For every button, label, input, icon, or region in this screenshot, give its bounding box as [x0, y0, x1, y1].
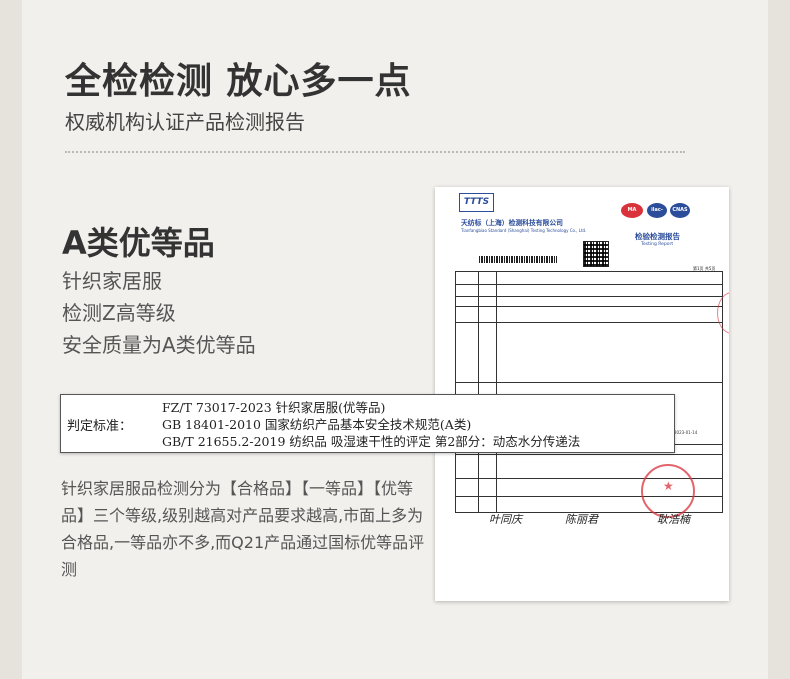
ilac-badge: ilac-MRA [647, 203, 667, 228]
description-paragraph: 针织家居服品检测分为【合格品】【一等品】【优等品】三个等级,级别越高对产品要求越… [61, 479, 425, 579]
ttts-logo: TTTS [459, 193, 494, 212]
feature-line-3: 安全质量为A类优等品 [62, 333, 256, 357]
dotted-divider [65, 151, 685, 153]
standards-label: 判定标准： [67, 419, 133, 434]
standard-line-3: GB/T 21655.2-2019 纺织品 吸湿速干性的评定 第2部分：动态水分… [162, 434, 581, 449]
report-title-en: Testing Report [641, 242, 674, 247]
cma-badge: MA [621, 203, 643, 218]
feature-line-1: 针织家居服 [62, 269, 162, 293]
left-edge [0, 0, 22, 679]
page-subhead: 权威机构认证产品检测报告 [65, 110, 305, 134]
report-org-name-en: Tianfangbiao Standard (Shanghai) Testing… [461, 228, 587, 233]
page-headline: 全检检测 放心多一点 [65, 61, 412, 102]
feature-line-2: 检测Z高等级 [62, 301, 176, 325]
red-seal-icon: ★ [641, 464, 695, 518]
signature-2: 陈丽君 [565, 513, 598, 526]
signature-3: 耿浩楠 [657, 513, 690, 526]
report-title: 检验检测报告 [635, 232, 680, 241]
right-edge [768, 0, 790, 679]
signature-1: 叶同庆 [489, 513, 522, 526]
standards-box: 判定标准： FZ/T 73017-2023 针织家居服(优等品) GB 1840… [60, 394, 675, 453]
cnas-badge: CNAS [670, 203, 690, 218]
barcode-icon [479, 256, 557, 263]
qr-code-icon [583, 241, 609, 267]
grade-title: A类优等品 [62, 224, 215, 262]
report-date: 2023-01-14 [674, 430, 698, 435]
report-org-name: 天纺标（上海）检测科技有限公司 [461, 219, 563, 227]
